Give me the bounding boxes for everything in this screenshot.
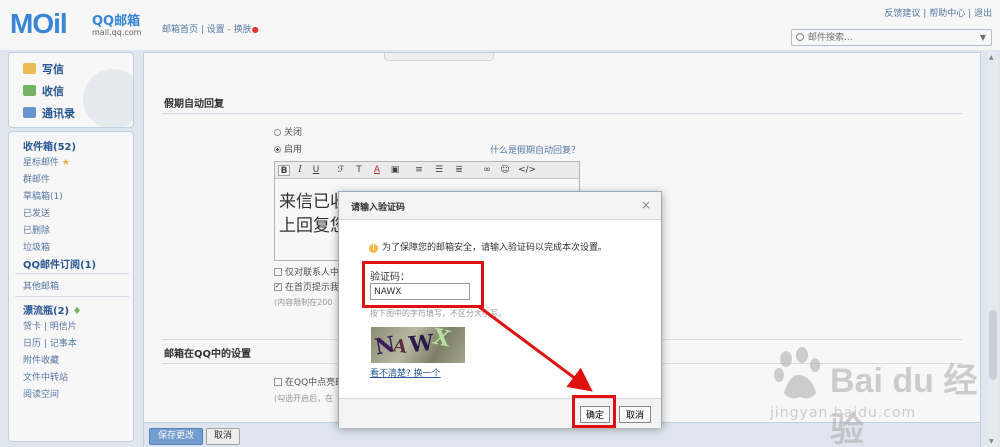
dialog-header: 请输入验证码 × bbox=[339, 192, 661, 220]
dialog-cancel-button[interactable]: 取消 bbox=[619, 406, 651, 423]
refresh-captcha-link[interactable]: 看不清楚? 换一个 bbox=[370, 366, 441, 379]
captcha-hint: 按下图中的字符填写，不区分大小写。 bbox=[370, 309, 506, 318]
captcha-image: N A W X bbox=[371, 327, 465, 363]
warning-icon: ! bbox=[369, 244, 378, 253]
annotation-box-captcha bbox=[362, 261, 484, 308]
watermark-url: jingyan.baidu.com bbox=[770, 405, 917, 421]
captcha-dialog: 请输入验证码 × ! 为了保障您的邮箱安全，请输入验证码以完成本次设置。 验证码：… bbox=[338, 191, 662, 428]
dialog-title: 请输入验证码 bbox=[351, 203, 406, 213]
annotation-box-confirm bbox=[572, 395, 616, 428]
captcha-char: A bbox=[391, 335, 409, 358]
watermark-brand: Bai du 经验 bbox=[830, 362, 978, 447]
close-icon[interactable]: × bbox=[641, 198, 651, 212]
captcha-char: X bbox=[430, 327, 453, 353]
security-warning: ! 为了保障您的邮箱安全，请输入验证码以完成本次设置。 bbox=[369, 240, 607, 253]
baidu-paw-icon bbox=[774, 347, 820, 399]
baidu-watermark: Bai du 经验 jingyan.baidu.com bbox=[770, 345, 990, 447]
